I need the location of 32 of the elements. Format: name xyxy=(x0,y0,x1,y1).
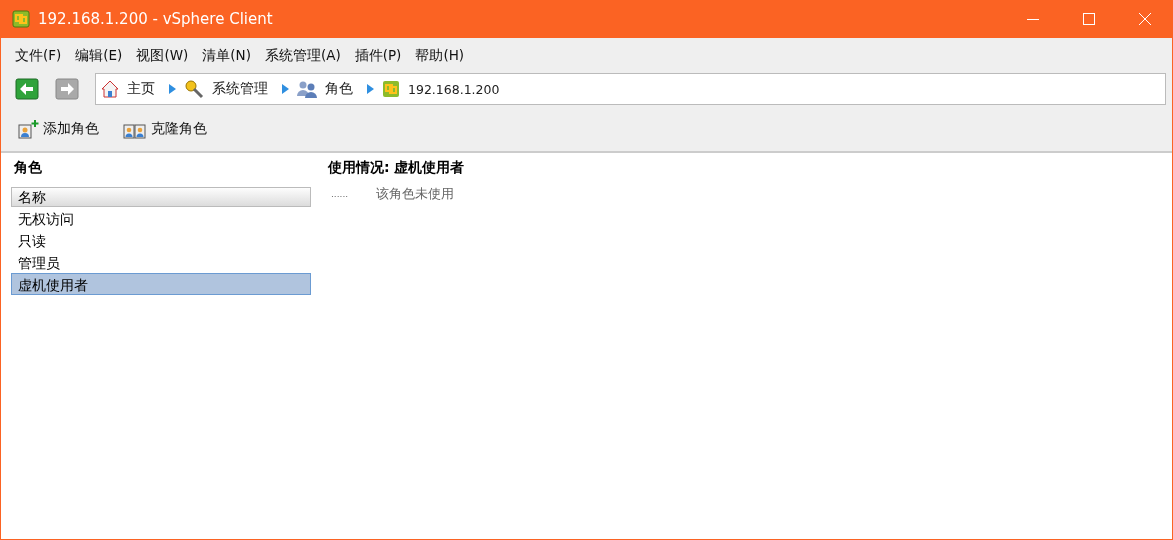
list-item[interactable]: 只读 xyxy=(11,229,311,251)
breadcrumb-link[interactable]: 主页 xyxy=(127,80,155,98)
menu-item[interactable]: 插件(P) xyxy=(354,47,402,65)
menu-item[interactable]: 帮助(H) xyxy=(415,47,465,65)
menu-item[interactable]: 编辑(E) xyxy=(75,47,123,65)
app-icon xyxy=(12,10,30,28)
breadcrumb-link[interactable]: 192.168.1.200 xyxy=(408,81,500,97)
add-user-icon xyxy=(17,119,39,139)
triangle-icon xyxy=(367,84,374,94)
list-item[interactable]: 管理员 xyxy=(11,251,311,273)
menu-item[interactable]: 视图(W) xyxy=(136,47,189,65)
triangle-icon xyxy=(282,84,289,94)
toolbar-button[interactable]: 克隆角色 xyxy=(123,119,207,139)
breadcrumb-link[interactable]: 系统管理 xyxy=(212,80,268,98)
breadcrumb-link[interactable]: 角色 xyxy=(325,80,353,98)
column-header[interactable]: 名称 xyxy=(11,187,311,207)
status-message: 该角色未使用 xyxy=(376,185,455,203)
tree-marker: ...... xyxy=(331,188,349,201)
menu-item[interactable]: 系统管理(A) xyxy=(264,47,341,65)
list-item[interactable]: 无权访问 xyxy=(11,207,311,229)
users-icon xyxy=(297,80,317,98)
toolbar-button[interactable]: 添加角色 xyxy=(17,119,99,139)
house-icon xyxy=(101,80,119,98)
panel-title: 角色 xyxy=(13,159,43,177)
triangle-icon xyxy=(169,84,176,94)
list-item[interactable]: 虚机使用者 xyxy=(11,273,311,295)
host-icon xyxy=(382,80,400,98)
window-title: 192.168.1.200 - vSphere Client xyxy=(38,10,273,28)
back-icon[interactable] xyxy=(15,78,39,100)
menu-item[interactable]: 清单(N) xyxy=(202,47,251,65)
menu-item[interactable]: 文件(F) xyxy=(15,47,62,65)
panel-title: 使用情况: 虚机使用者 xyxy=(327,159,465,177)
